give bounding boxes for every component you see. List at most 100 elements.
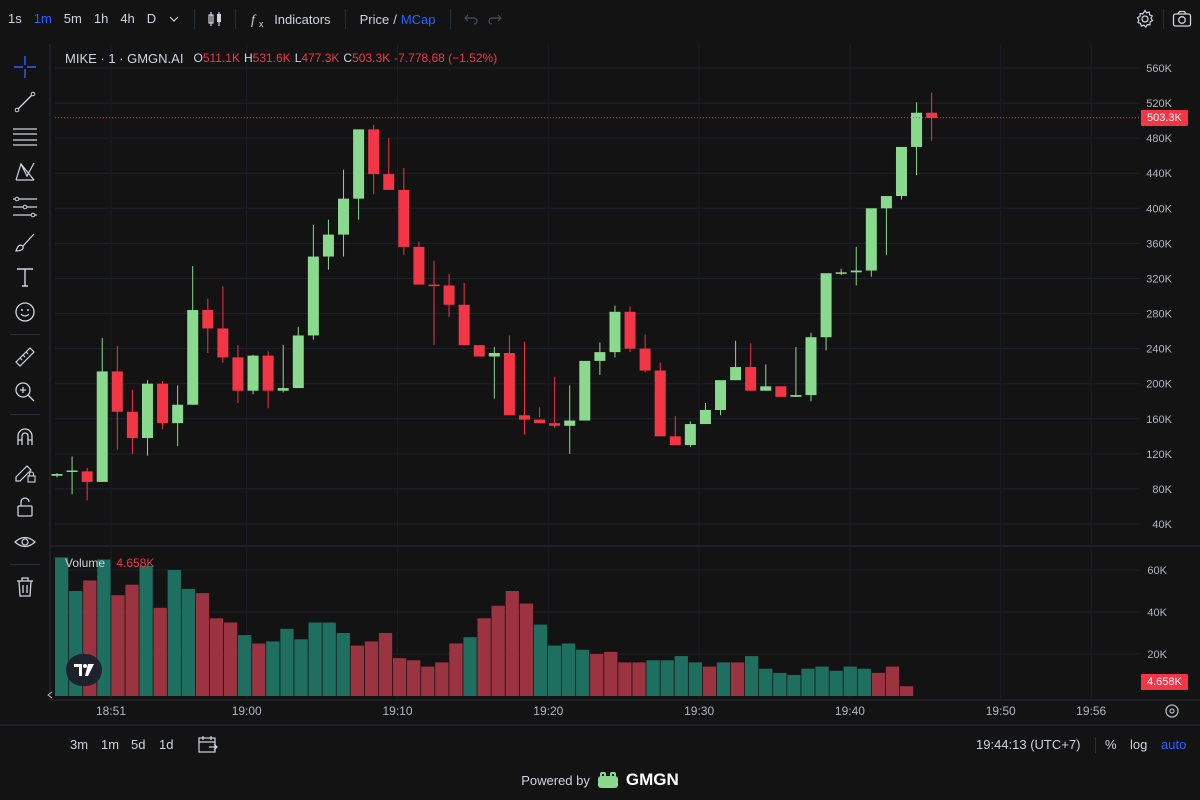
high-key: H	[243, 51, 253, 65]
axis-settings-gear-center	[1169, 708, 1175, 714]
candle-body	[187, 310, 199, 405]
candle-body	[895, 146, 907, 197]
lock-drawing-icon[interactable]	[10, 457, 40, 487]
date-range-calendar-icon[interactable]	[197, 734, 219, 757]
candle-body	[715, 380, 727, 410]
volume-bar	[336, 633, 350, 696]
percent-scale-toggle[interactable]: %	[1105, 737, 1117, 752]
brush-icon[interactable]	[10, 227, 40, 257]
range-1d[interactable]: 1d	[159, 737, 173, 752]
candle-body	[835, 272, 847, 274]
candle-body	[51, 474, 63, 476]
volume-bar	[223, 622, 238, 696]
price-mcap-toggle[interactable]: Price / MCap	[354, 5, 442, 33]
auto-scale-toggle[interactable]: auto	[1161, 737, 1186, 752]
unlock-icon[interactable]	[10, 492, 40, 522]
volume-bar	[125, 584, 139, 696]
symbol-label[interactable]: MIKE · 1 · GMGN.AI	[65, 51, 183, 66]
candle-body	[775, 386, 787, 397]
candle-body	[96, 371, 108, 482]
pattern-tool-icon[interactable]	[10, 157, 40, 187]
magnet-icon[interactable]	[10, 422, 40, 452]
volume-bar	[688, 662, 702, 696]
settings-gear-icon[interactable]	[1133, 5, 1157, 33]
candle-body	[262, 355, 274, 391]
volume-bar	[899, 686, 914, 696]
fx-icon: fx	[251, 13, 264, 28]
indicators-button[interactable]: fx Indicators	[244, 5, 336, 33]
volume-bar	[871, 672, 886, 696]
timeframe-d[interactable]: D	[141, 5, 162, 33]
ohlc-legend: MIKE · 1 · GMGN.AI O 511.1K H 531.6K L 477.…	[65, 51, 501, 66]
eye-visibility-icon[interactable]	[10, 527, 40, 557]
trash-icon[interactable]	[10, 572, 40, 602]
open-value: 511.1K	[202, 51, 240, 65]
price-axis-label: 560K	[1146, 63, 1172, 75]
candle-body	[428, 284, 440, 287]
horizontal-lines-icon[interactable]	[10, 122, 40, 152]
low-value: 477.3K	[301, 51, 340, 65]
price-axis-label: 80K	[1152, 484, 1172, 496]
candle-body	[609, 311, 621, 353]
timeframe-1m[interactable]: 1m	[28, 5, 58, 33]
powered-by-footer: Powered by GMGN	[0, 770, 1200, 790]
text-tool-icon[interactable]	[10, 262, 40, 292]
volume-bar	[604, 651, 618, 696]
price-axis-label: 160K	[1146, 414, 1172, 426]
timeframe-4h[interactable]: 4h	[114, 5, 140, 33]
volume-legend: Volume 4.658K	[65, 556, 154, 570]
candle-body	[624, 311, 636, 349]
candle-body	[488, 353, 500, 357]
candle-body	[81, 471, 93, 482]
top-toolbar: 1s 1m 5m 1h 4h D fx Indicators Price / M…	[0, 0, 1200, 38]
ruler-measure-icon[interactable]	[10, 342, 40, 372]
candle-body	[699, 410, 711, 425]
candle-body	[684, 424, 696, 446]
timeframe-1s[interactable]: 1s	[2, 5, 28, 33]
chevron-down-icon[interactable]	[162, 5, 186, 33]
tradingview-logo[interactable]	[66, 654, 102, 686]
timeframe-1h[interactable]: 1h	[88, 5, 114, 33]
range-5d[interactable]: 5d	[131, 737, 145, 752]
price-axis-label: 200K	[1146, 379, 1172, 391]
volume-bar	[801, 668, 815, 696]
range-3m[interactable]: 3m	[70, 737, 88, 752]
volume-bar	[561, 643, 576, 696]
volume-bar	[787, 675, 801, 696]
log-scale-toggle[interactable]: log	[1130, 737, 1147, 752]
emoji-icon[interactable]	[10, 297, 40, 327]
fib-retracement-icon[interactable]	[10, 192, 40, 222]
range-1m[interactable]: 1m	[101, 737, 119, 752]
crosshair-icon[interactable]	[10, 52, 40, 82]
svg-text:x: x	[259, 19, 264, 28]
time-axis-label: 18:51	[96, 704, 126, 718]
volume-bar	[364, 641, 379, 696]
price-axis-label: 280K	[1146, 309, 1172, 321]
candle-body	[654, 370, 666, 437]
chart-canvas[interactable]: 560K 520K 480K 440K 400K 360K 320K 280K 240K 200K…	[0, 0, 1200, 800]
price-axis-label: 40K	[1152, 519, 1172, 531]
utc-clock[interactable]: 19:44:13 (UTC+7)	[976, 737, 1080, 752]
candle-body	[413, 246, 425, 285]
time-axis-label: 19:00	[232, 704, 262, 718]
camera-snapshot-icon[interactable]	[1170, 5, 1194, 33]
price-axis-label: 240K	[1146, 344, 1172, 356]
undo-icon[interactable]	[459, 5, 483, 33]
toolbar-divider	[449, 9, 451, 29]
close-key: C	[343, 51, 353, 65]
timeframe-5m[interactable]: 5m	[58, 5, 88, 33]
trend-line-icon[interactable]	[10, 87, 40, 117]
candle-body	[865, 208, 877, 271]
candle-body	[518, 415, 530, 420]
svg-text:f: f	[251, 13, 257, 28]
close-value: 503.3K	[352, 51, 391, 65]
redo-icon[interactable]	[483, 5, 507, 33]
low-key: L	[294, 51, 302, 65]
toolbar-divider	[1095, 737, 1096, 753]
volume-bar	[646, 660, 660, 696]
volume-bar	[702, 666, 717, 696]
zoom-in-icon[interactable]	[10, 377, 40, 407]
high-value: 531.6K	[252, 51, 291, 65]
volume-bar	[280, 628, 294, 696]
candles-chart-type-icon[interactable]	[203, 5, 227, 33]
